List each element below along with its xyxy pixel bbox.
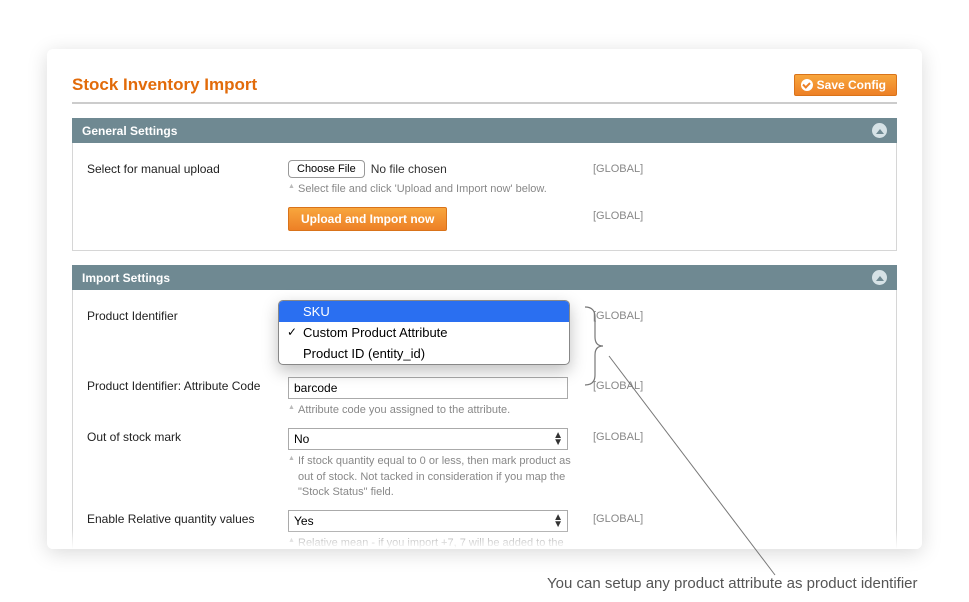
row-upload: Select for manual upload Choose File No … (73, 155, 896, 202)
save-config-label: Save Config (817, 78, 886, 92)
row-attribute-code: Product Identifier: Attribute Code Attri… (73, 372, 896, 423)
scope-upload: [GLOBAL] (573, 160, 643, 175)
choose-file-button[interactable]: Choose File (288, 160, 365, 178)
scope-out-of-stock: [GLOBAL] (573, 428, 643, 443)
scope-import-now: [GLOBAL] (573, 207, 643, 222)
field-out-of-stock: No ▲▼ If stock quantity equal to 0 or le… (288, 428, 573, 500)
hint-out-of-stock: If stock quantity equal to 0 or less, th… (288, 450, 573, 500)
row-out-of-stock: Out of stock mark No ▲▼ If stock quantit… (73, 423, 896, 505)
option-entity-id[interactable]: Product ID (entity_id) (279, 343, 569, 364)
no-file-text: No file chosen (371, 162, 447, 176)
hint-upload: Select file and click 'Upload and Import… (288, 178, 573, 197)
bracket-icon (583, 305, 603, 387)
check-icon (801, 79, 813, 91)
section-body-import: Product Identifier SKU ✓ Custom Product … (72, 290, 897, 549)
footnote-text: You can setup any product attribute as p… (547, 575, 918, 592)
collapse-icon[interactable] (872, 270, 887, 285)
label-relative: Enable Relative quantity values (73, 510, 288, 526)
out-of-stock-select[interactable]: No ▲▼ (288, 428, 568, 450)
scope-relative: [GLOBAL] (573, 510, 643, 525)
section-title-general: General Settings (82, 124, 177, 138)
file-picker: Choose File No file chosen (288, 160, 573, 178)
option-sku[interactable]: SKU (279, 301, 569, 322)
field-upload: Choose File No file chosen Select file a… (288, 160, 573, 197)
config-panel: Stock Inventory Import Save Config Gener… (47, 49, 922, 549)
field-attribute-code: Attribute code you assigned to the attri… (288, 377, 573, 418)
select-arrows-icon: ▲▼ (553, 432, 563, 446)
option-custom-attribute[interactable]: ✓ Custom Product Attribute (279, 322, 569, 343)
row-import-now: Upload and Import now [GLOBAL] (73, 202, 896, 236)
select-arrows-icon: ▲▼ (553, 514, 563, 528)
hint-attribute-code: Attribute code you assigned to the attri… (288, 399, 573, 418)
relative-value: Yes (294, 514, 314, 528)
product-identifier-dropdown[interactable]: SKU ✓ Custom Product Attribute Product I… (278, 300, 570, 365)
label-out-of-stock: Out of stock mark (73, 428, 288, 444)
row-product-identifier: Product Identifier SKU ✓ Custom Product … (73, 302, 896, 371)
out-of-stock-value: No (294, 432, 309, 446)
upload-import-button[interactable]: Upload and Import now (288, 207, 447, 231)
section-title-import: Import Settings (82, 271, 170, 285)
collapse-icon[interactable] (872, 123, 887, 138)
page-header: Stock Inventory Import Save Config (72, 74, 897, 104)
section-bar-general[interactable]: General Settings (72, 118, 897, 143)
panel-fade (47, 529, 922, 549)
section-body-general: Select for manual upload Choose File No … (72, 143, 897, 251)
section-bar-import[interactable]: Import Settings (72, 265, 897, 290)
attribute-code-input[interactable] (288, 377, 568, 399)
label-upload: Select for manual upload (73, 160, 288, 176)
check-icon: ✓ (287, 325, 297, 339)
field-import-now: Upload and Import now (288, 207, 573, 231)
label-empty (73, 207, 288, 209)
page-title: Stock Inventory Import (72, 75, 257, 95)
save-config-button[interactable]: Save Config (794, 74, 897, 96)
field-product-identifier: SKU ✓ Custom Product Attribute Product I… (288, 307, 573, 366)
option-custom-attribute-label: Custom Product Attribute (303, 325, 448, 340)
label-attribute-code: Product Identifier: Attribute Code (73, 377, 288, 393)
label-product-identifier: Product Identifier (73, 307, 288, 323)
